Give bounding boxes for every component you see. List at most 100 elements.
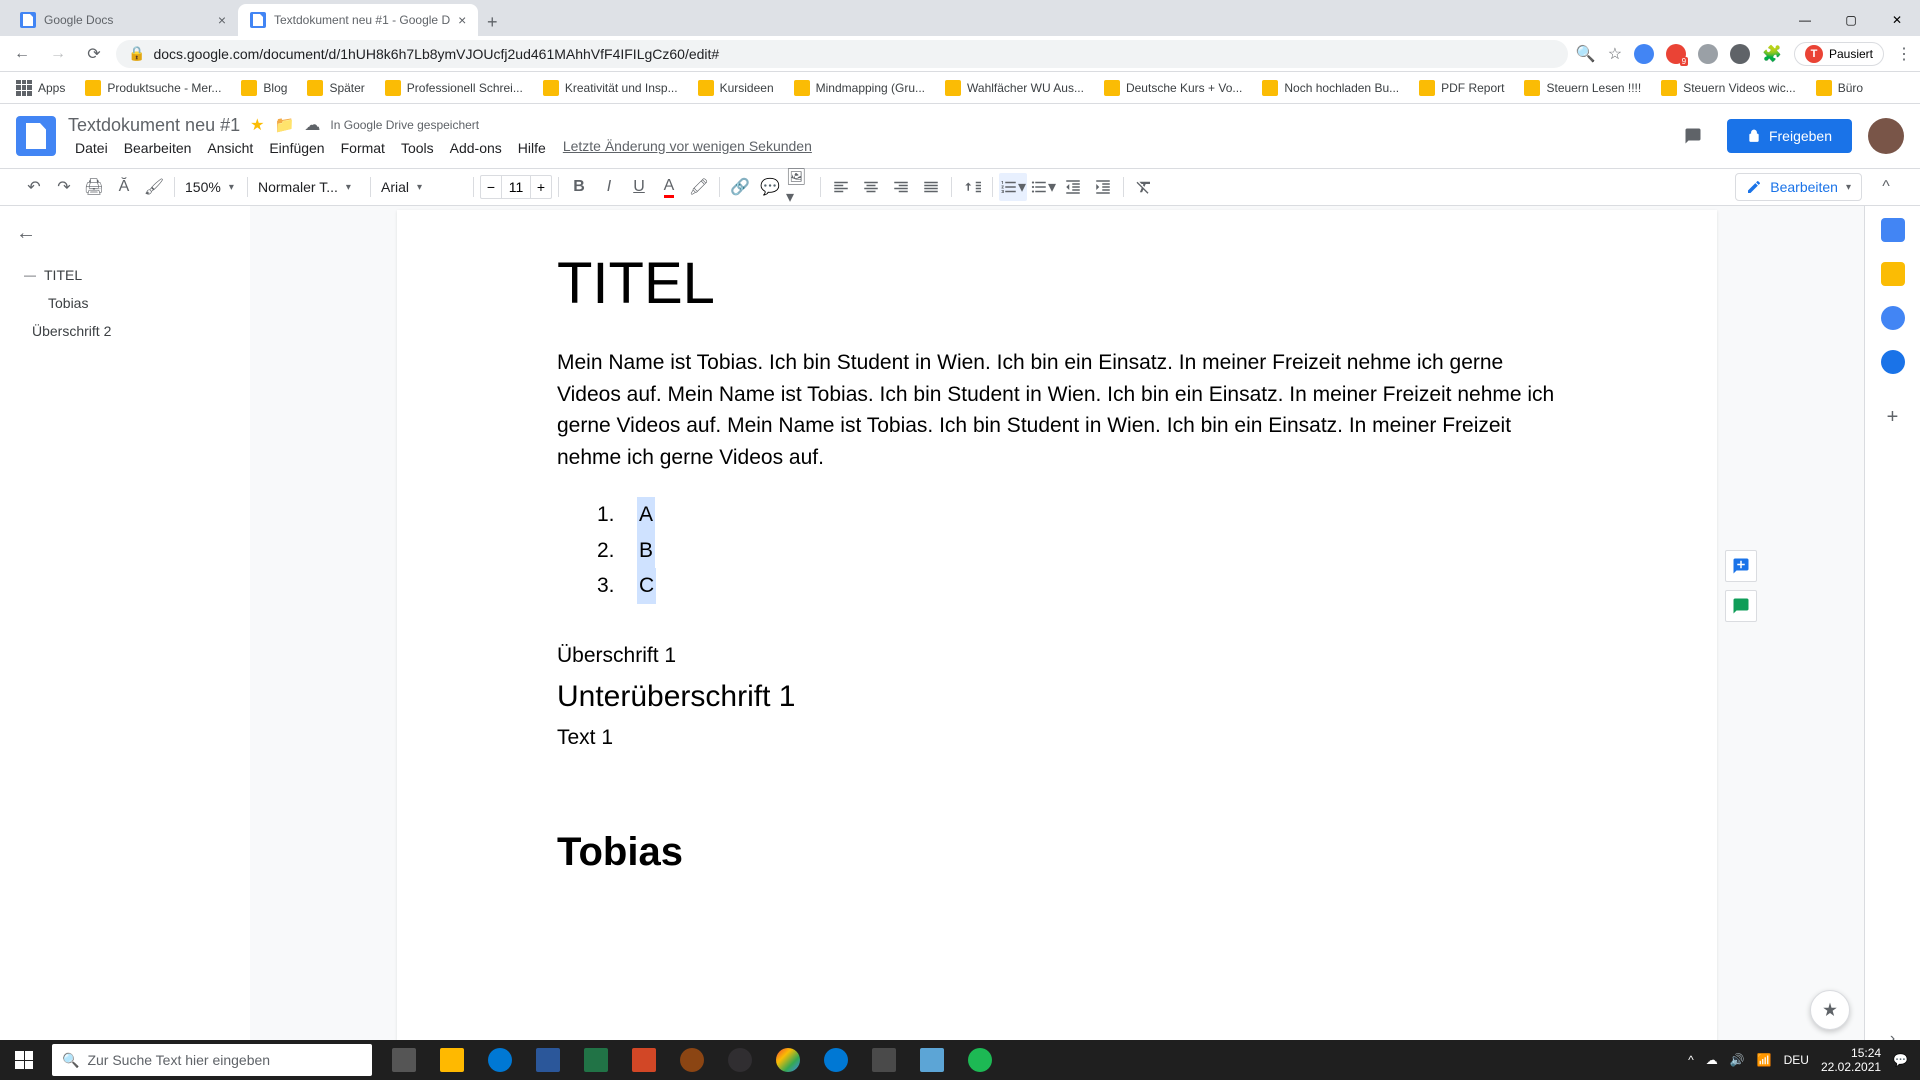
doc-heading-2[interactable]: Überschrift 1: [557, 644, 1557, 668]
word-button[interactable]: [524, 1040, 572, 1080]
add-comment-button[interactable]: [1725, 550, 1757, 582]
increase-font-button[interactable]: +: [531, 176, 551, 198]
chrome-menu-icon[interactable]: ⋮: [1896, 44, 1912, 64]
chevron-up-icon[interactable]: ^: [1688, 1053, 1694, 1067]
notepad-button[interactable]: [908, 1040, 956, 1080]
file-explorer-button[interactable]: [428, 1040, 476, 1080]
contacts-app-icon[interactable]: [1881, 350, 1905, 374]
bookmark-item[interactable]: Steuern Videos wic...: [1653, 76, 1804, 100]
menu-bearbeiten[interactable]: Bearbeiten: [117, 138, 199, 158]
apps-bookmark[interactable]: Apps: [8, 76, 73, 100]
profile-button[interactable]: T Pausiert: [1794, 42, 1884, 66]
powerpoint-button[interactable]: [620, 1040, 668, 1080]
line-spacing-button[interactable]: [958, 173, 986, 201]
align-right-button[interactable]: [887, 173, 915, 201]
bookmark-item[interactable]: PDF Report: [1411, 76, 1512, 100]
bookmark-item[interactable]: Später: [299, 76, 372, 100]
list-item[interactable]: 1.A: [597, 497, 1557, 533]
new-tab-button[interactable]: +: [478, 8, 506, 36]
back-button[interactable]: ←: [8, 40, 36, 68]
align-justify-button[interactable]: [917, 173, 945, 201]
url-input[interactable]: 🔒 docs.google.com/document/d/1hUH8k6h7Lb…: [116, 40, 1568, 68]
bookmark-item[interactable]: Kursideen: [690, 76, 782, 100]
forward-button[interactable]: →: [44, 40, 72, 68]
menu-tools[interactable]: Tools: [394, 138, 441, 158]
outline-back-button[interactable]: ←: [16, 222, 234, 245]
minimize-button[interactable]: —: [1782, 4, 1828, 36]
extension-4-icon[interactable]: [1730, 44, 1750, 64]
explore-button[interactable]: [1810, 990, 1850, 1030]
bold-button[interactable]: B: [565, 173, 593, 201]
app-button[interactable]: [668, 1040, 716, 1080]
close-window-button[interactable]: ✕: [1874, 4, 1920, 36]
outline-item-titel[interactable]: TITEL: [16, 261, 234, 289]
bulleted-list-button[interactable]: ▾: [1029, 173, 1057, 201]
bookmark-item[interactable]: Büro: [1808, 76, 1871, 100]
italic-button[interactable]: I: [595, 173, 623, 201]
star-icon[interactable]: ★: [250, 115, 264, 135]
align-center-button[interactable]: [857, 173, 885, 201]
extension-2-icon[interactable]: 9: [1666, 44, 1686, 64]
clear-formatting-button[interactable]: [1130, 173, 1158, 201]
browser-tab-1[interactable]: Textdokument neu #1 - Google D ×: [238, 4, 478, 36]
edit-mode-select[interactable]: Bearbeiten ▾: [1735, 173, 1862, 201]
spotify-button[interactable]: [956, 1040, 1004, 1080]
wifi-icon[interactable]: 📶: [1757, 1053, 1772, 1067]
bookmark-item[interactable]: Produktsuche - Mer...: [77, 76, 229, 100]
share-button[interactable]: Freigeben: [1727, 119, 1852, 153]
extensions-menu-icon[interactable]: 🧩: [1762, 44, 1782, 64]
font-select[interactable]: Arial: [377, 174, 467, 200]
star-icon[interactable]: ☆: [1608, 44, 1622, 64]
list-text[interactable]: B: [637, 533, 655, 569]
doc-title-heading[interactable]: TITEL: [557, 250, 1557, 317]
document-container[interactable]: TITEL Mein Name ist Tobias. Ich bin Stud…: [250, 206, 1864, 1064]
bookmark-item[interactable]: Blog: [233, 76, 295, 100]
text-color-button[interactable]: A: [655, 173, 683, 201]
menu-format[interactable]: Format: [334, 138, 392, 158]
extension-1-icon[interactable]: [1634, 44, 1654, 64]
underline-button[interactable]: U: [625, 173, 653, 201]
paint-format-button[interactable]: 🖌: [140, 173, 168, 201]
keep-app-icon[interactable]: [1881, 262, 1905, 286]
zoom-icon[interactable]: 🔍: [1576, 44, 1596, 64]
user-avatar[interactable]: [1868, 118, 1904, 154]
bookmark-item[interactable]: Noch hochladen Bu...: [1254, 76, 1407, 100]
maximize-button[interactable]: ▢: [1828, 4, 1874, 36]
clock[interactable]: 15:24 22.02.2021: [1821, 1046, 1881, 1075]
redo-button[interactable]: ↷: [50, 173, 78, 201]
list-text[interactable]: C: [637, 568, 656, 604]
last-change-link[interactable]: Letzte Änderung vor wenigen Sekunden: [563, 138, 812, 158]
doc-paragraph[interactable]: Mein Name ist Tobias. Ich bin Student in…: [557, 347, 1557, 473]
doc-heading-1[interactable]: Tobias: [557, 830, 1557, 875]
spellcheck-button[interactable]: Ă: [110, 173, 138, 201]
paragraph-style-select[interactable]: Normaler T...: [254, 174, 364, 200]
add-addon-button[interactable]: +: [1887, 406, 1899, 429]
bookmark-item[interactable]: Kreativität und Insp...: [535, 76, 686, 100]
align-left-button[interactable]: [827, 173, 855, 201]
browser-tab-0[interactable]: Google Docs ×: [8, 4, 238, 36]
zoom-select[interactable]: 150%: [181, 174, 241, 200]
doc-text[interactable]: Text 1: [557, 726, 1557, 750]
bookmark-item[interactable]: Wahlfächer WU Aus...: [937, 76, 1092, 100]
list-item[interactable]: 2.B: [597, 533, 1557, 569]
app2-button[interactable]: [860, 1040, 908, 1080]
taskbar-search[interactable]: 🔍 Zur Suche Text hier eingeben: [52, 1044, 372, 1076]
reload-button[interactable]: ⟳: [80, 40, 108, 68]
docs-logo-icon[interactable]: [16, 116, 56, 156]
list-text[interactable]: A: [637, 497, 655, 533]
menu-hilfe[interactable]: Hilfe: [511, 138, 553, 158]
decrease-font-button[interactable]: −: [481, 176, 501, 198]
doc-heading-3[interactable]: Unterüberschrift 1: [557, 680, 1557, 714]
bookmark-item[interactable]: Deutsche Kurs + Vo...: [1096, 76, 1250, 100]
collapse-toolbar-button[interactable]: ^: [1872, 173, 1900, 201]
cloud-sync-icon[interactable]: ☁: [1706, 1053, 1718, 1067]
highlight-button[interactable]: 🖍: [685, 173, 713, 201]
excel-button[interactable]: [572, 1040, 620, 1080]
document-page[interactable]: TITEL Mein Name ist Tobias. Ich bin Stud…: [397, 210, 1717, 1064]
doc-numbered-list[interactable]: 1.A 2.B 3.C: [597, 497, 1557, 604]
outline-item-tobias[interactable]: Tobias: [16, 289, 234, 317]
edge2-button[interactable]: [812, 1040, 860, 1080]
font-size-input[interactable]: [501, 176, 531, 198]
undo-button[interactable]: ↶: [20, 173, 48, 201]
extension-3-icon[interactable]: [1698, 44, 1718, 64]
